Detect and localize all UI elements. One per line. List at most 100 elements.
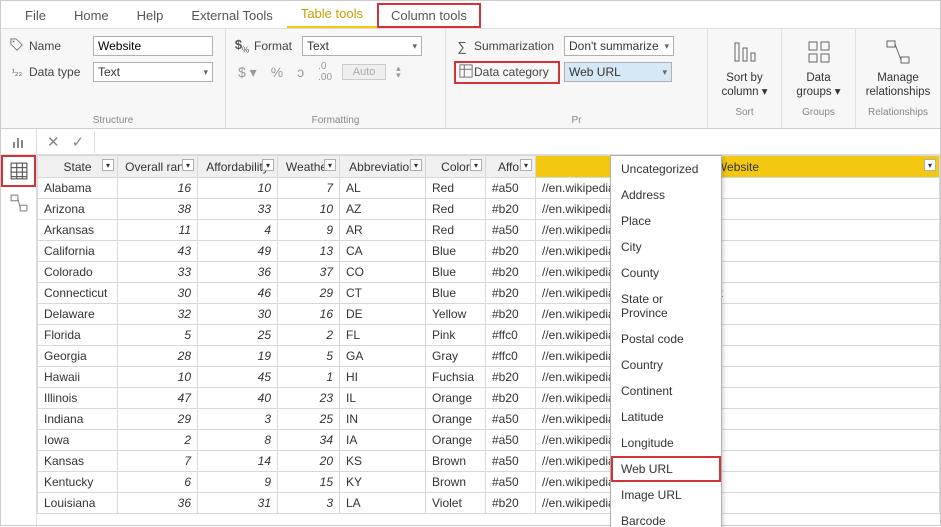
table-row[interactable]: Kentucky6915KYBrown#a50//en.wikipedia.or… bbox=[38, 472, 940, 493]
table-row[interactable]: Florida5252FLPink#ffc0//en.wikipedia.org… bbox=[38, 325, 940, 346]
cell[interactable]: #b20 bbox=[486, 283, 536, 304]
column-header[interactable]: Abbreviation▾ bbox=[340, 156, 426, 178]
view-report-button[interactable] bbox=[1, 129, 37, 154]
table-row[interactable]: Indiana29325INOrange#a50//en.wikipedia.o… bbox=[38, 409, 940, 430]
cell[interactable]: #a50 bbox=[486, 451, 536, 472]
cell[interactable]: 5 bbox=[278, 346, 340, 367]
dropdown-option[interactable]: City bbox=[611, 234, 721, 260]
cell[interactable]: //en.wikipedia.org/wiki/iowa bbox=[536, 430, 940, 451]
cell[interactable]: //en.wikipedia.org/wiki/delaware bbox=[536, 304, 940, 325]
dropdown-option[interactable]: Longitude bbox=[611, 430, 721, 456]
cell[interactable]: //en.wikipedia.org/wiki/kentucky bbox=[536, 472, 940, 493]
cell[interactable]: 33 bbox=[118, 262, 198, 283]
table-row[interactable]: Alabama16107ALRed#a50//en.wikipedia.org/… bbox=[38, 178, 940, 199]
cell[interactable]: 34 bbox=[278, 430, 340, 451]
cell[interactable]: Orange bbox=[426, 409, 486, 430]
cell[interactable]: 20 bbox=[278, 451, 340, 472]
cell[interactable]: IN bbox=[340, 409, 426, 430]
cell[interactable]: 9 bbox=[198, 472, 278, 493]
cell[interactable]: 6 bbox=[118, 472, 198, 493]
cell[interactable]: 49 bbox=[198, 241, 278, 262]
cell[interactable]: Delaware bbox=[38, 304, 118, 325]
cell[interactable]: Red bbox=[426, 220, 486, 241]
cell[interactable]: 36 bbox=[118, 493, 198, 514]
cell[interactable]: 37 bbox=[278, 262, 340, 283]
cell[interactable]: 5 bbox=[118, 325, 198, 346]
cell[interactable]: Brown bbox=[426, 451, 486, 472]
cell[interactable]: Red bbox=[426, 178, 486, 199]
cell[interactable]: Connecticut bbox=[38, 283, 118, 304]
cell[interactable]: 36 bbox=[198, 262, 278, 283]
cell[interactable]: KY bbox=[340, 472, 426, 493]
cell[interactable]: 13 bbox=[278, 241, 340, 262]
cell[interactable]: Arizona bbox=[38, 199, 118, 220]
cell[interactable]: //en.wikipedia.org/wiki/arkansas bbox=[536, 220, 940, 241]
cell[interactable]: Blue bbox=[426, 262, 486, 283]
dropdown-option[interactable]: Uncategorized bbox=[611, 156, 721, 182]
cell[interactable]: 9 bbox=[278, 220, 340, 241]
cell[interactable]: Gray bbox=[426, 346, 486, 367]
cell[interactable]: Yellow bbox=[426, 304, 486, 325]
cancel-icon[interactable]: ✕ bbox=[47, 133, 60, 151]
table-row[interactable]: Georgia28195GAGray#ffc0//en.wikipedia.or… bbox=[38, 346, 940, 367]
table-row[interactable]: Delaware323016DEYellow#b20//en.wikipedia… bbox=[38, 304, 940, 325]
decimal-auto[interactable]: Auto bbox=[342, 64, 386, 80]
summarization-select[interactable]: Don't summarize ▾ bbox=[564, 36, 674, 56]
cell[interactable]: 23 bbox=[278, 388, 340, 409]
cell[interactable]: 2 bbox=[118, 430, 198, 451]
cell[interactable]: AZ bbox=[340, 199, 426, 220]
dropdown-option[interactable]: Latitude bbox=[611, 404, 721, 430]
formula-input[interactable] bbox=[94, 131, 940, 153]
cell[interactable]: 1 bbox=[278, 367, 340, 388]
decimal-button[interactable]: .0.00 bbox=[314, 61, 336, 83]
cell[interactable]: //en.wikipedia.org/wiki/arizona bbox=[536, 199, 940, 220]
tab-column-tools[interactable]: Column tools bbox=[377, 3, 481, 28]
cell[interactable]: LA bbox=[340, 493, 426, 514]
table-row[interactable]: Illinois474023ILOrange#b20//en.wikipedia… bbox=[38, 388, 940, 409]
cell[interactable]: //en.wikipedia.org/wiki/kansas bbox=[536, 451, 940, 472]
cell[interactable]: GA bbox=[340, 346, 426, 367]
cell[interactable]: IL bbox=[340, 388, 426, 409]
cell[interactable]: 29 bbox=[118, 409, 198, 430]
cell[interactable]: //en.wikipedia.org/wiki/alabama bbox=[536, 178, 940, 199]
cell[interactable]: #b20 bbox=[486, 241, 536, 262]
cell[interactable]: 40 bbox=[198, 388, 278, 409]
cell[interactable]: Orange bbox=[426, 430, 486, 451]
cell[interactable]: //en.wikipedia.org/wiki/indiana bbox=[536, 409, 940, 430]
column-filter-icon[interactable]: ▾ bbox=[102, 159, 114, 171]
dropdown-option[interactable]: Continent bbox=[611, 378, 721, 404]
column-filter-icon[interactable]: ▾ bbox=[924, 159, 936, 171]
cell[interactable]: #b20 bbox=[486, 304, 536, 325]
cell[interactable]: HI bbox=[340, 367, 426, 388]
column-filter-icon[interactable]: ▾ bbox=[520, 159, 532, 171]
cell[interactable]: 16 bbox=[118, 178, 198, 199]
dropdown-option[interactable]: Postal code bbox=[611, 326, 721, 352]
cell[interactable]: 10 bbox=[198, 178, 278, 199]
table-row[interactable]: Connecticut304629CTBlue#b20//en.wikipedi… bbox=[38, 283, 940, 304]
column-header[interactable]: Weather▾ bbox=[278, 156, 340, 178]
dropdown-option[interactable]: Barcode bbox=[611, 508, 721, 527]
cell[interactable]: 32 bbox=[118, 304, 198, 325]
cell[interactable]: 19 bbox=[198, 346, 278, 367]
cell[interactable]: #b20 bbox=[486, 262, 536, 283]
cell[interactable]: Iowa bbox=[38, 430, 118, 451]
tab-help[interactable]: Help bbox=[123, 3, 178, 28]
cell[interactable]: #a50 bbox=[486, 472, 536, 493]
table-row[interactable]: Arizona383310AZRed#b20//en.wikipedia.org… bbox=[38, 199, 940, 220]
cell[interactable]: Arkansas bbox=[38, 220, 118, 241]
cell[interactable]: //en.wikipedia.org/wiki/louisiana bbox=[536, 493, 940, 514]
cell[interactable]: #a50 bbox=[486, 178, 536, 199]
cell[interactable]: Georgia bbox=[38, 346, 118, 367]
comma-button[interactable]: ↄ bbox=[293, 64, 308, 80]
view-data-button[interactable] bbox=[1, 155, 36, 187]
dropdown-option[interactable]: Web URL bbox=[611, 456, 721, 482]
cell[interactable]: Red bbox=[426, 199, 486, 220]
column-filter-icon[interactable]: ▾ bbox=[410, 159, 422, 171]
cell[interactable]: #b20 bbox=[486, 199, 536, 220]
cell[interactable]: //en.wikipedia.org/wiki/florida bbox=[536, 325, 940, 346]
dropdown-option[interactable]: County bbox=[611, 260, 721, 286]
cell[interactable]: //en.wikipedia.org/wiki/colorado bbox=[536, 262, 940, 283]
cell[interactable]: Indiana bbox=[38, 409, 118, 430]
cell[interactable]: Violet bbox=[426, 493, 486, 514]
cell[interactable]: #b20 bbox=[486, 367, 536, 388]
